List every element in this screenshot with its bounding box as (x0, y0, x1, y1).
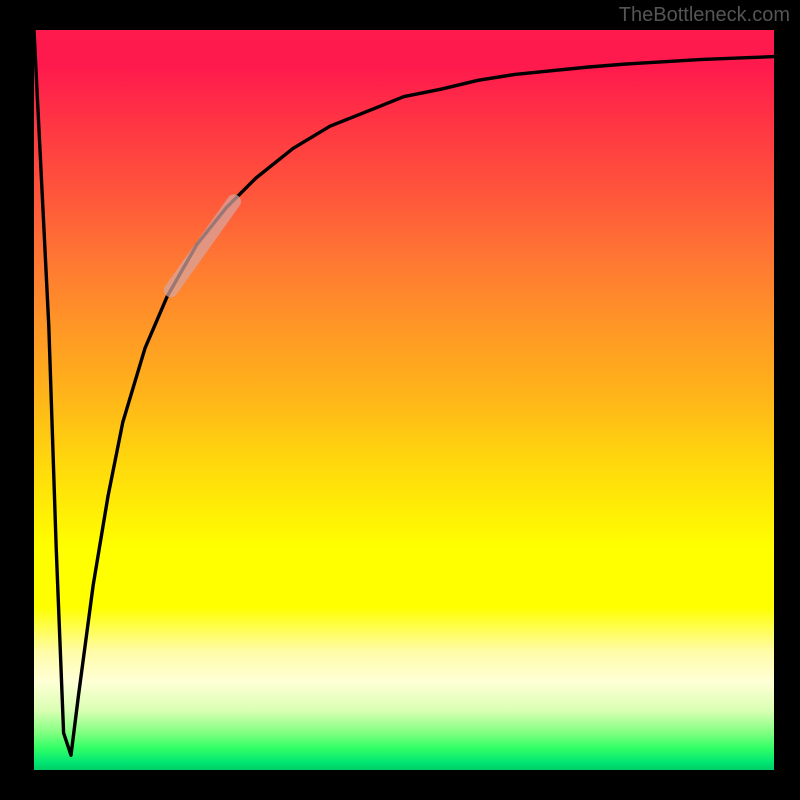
watermark-text: TheBottleneck.com (619, 4, 790, 27)
curve-path (34, 30, 774, 755)
chart-curve (34, 30, 774, 770)
plot-area (34, 30, 774, 770)
